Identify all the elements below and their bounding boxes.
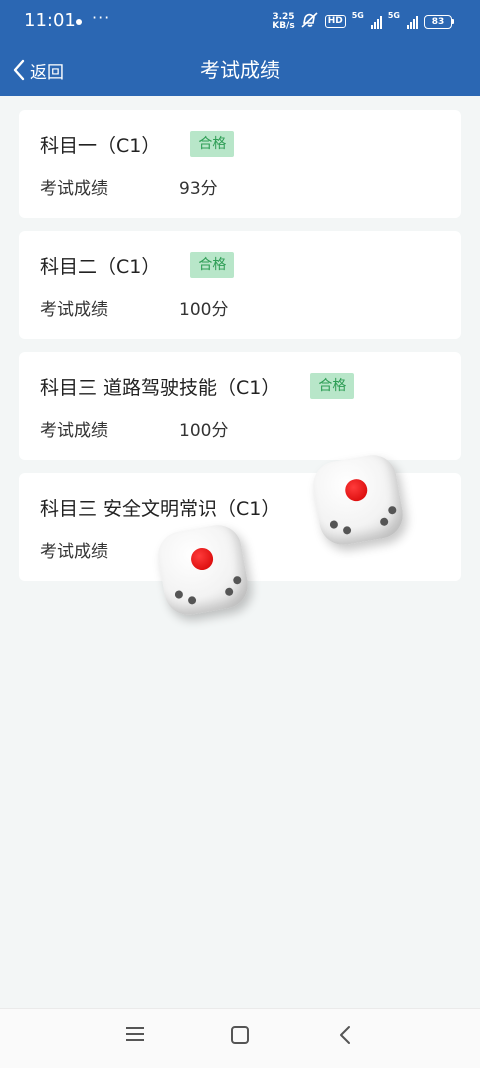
subject-name: 科目一（C1） [40,134,161,157]
score-card-subject-2[interactable]: 科目二（C1） 合格 考试成绩 100分 [19,231,461,339]
battery-icon: 83 [424,14,454,29]
score-value: 100分 [179,421,229,441]
score-value: 93分 [179,179,218,199]
system-navigation-bar [0,1008,480,1068]
score-value: 100分 [179,300,229,320]
notification-dot-icon [76,19,82,25]
score-card-subject-3-driving[interactable]: 科目三 道路驾驶技能（C1） 合格 考试成绩 100分 [19,352,461,460]
menu-icon [126,1027,144,1041]
dice-icon [309,451,408,550]
signal-2-icon [407,15,418,29]
system-back-button[interactable] [330,1025,360,1053]
score-card-subject-1[interactable]: 科目一（C1） 合格 考试成绩 93分 [19,110,461,218]
signal-1-label: 5G [351,11,364,20]
status-time: 11:01 [24,10,76,31]
status-more: ··· [92,8,111,27]
pass-badge: 合格 [190,131,235,157]
hd-badge: HD [324,15,346,28]
pass-badge: 合格 [190,252,235,278]
pass-badge: 合格 [310,373,355,399]
mute-icon [301,12,319,31]
home-icon [231,1026,249,1044]
home-button[interactable] [225,1025,255,1053]
signal-1-icon [370,15,382,29]
back-arrow-icon [340,1026,350,1044]
network-speed-unit: KB/s [272,20,295,31]
battery-level: 83 [424,14,452,29]
signal-2-label: 5G [387,11,400,20]
recent-apps-button[interactable] [120,1025,150,1053]
status-bar: 11:01 ··· 3.25 KB/s HD 5G 5G 83 [0,0,480,44]
subject-name: 科目三 安全文明常识（C1） [40,497,281,520]
dice-icon [154,521,253,620]
page-title: 考试成绩 [200,58,280,82]
header-bar: 返回 考试成绩 [0,44,480,96]
subject-name: 科目二（C1） [40,255,161,278]
subject-name: 科目三 道路驾驶技能（C1） [40,376,281,399]
status-indicators: 3.25 KB/s HD 5G 5G 83 [272,12,454,31]
score-label: 考试成绩 [40,300,108,320]
network-speed: 3.25 KB/s [272,12,295,31]
score-label: 考试成绩 [40,421,108,441]
score-label: 考试成绩 [40,179,108,199]
